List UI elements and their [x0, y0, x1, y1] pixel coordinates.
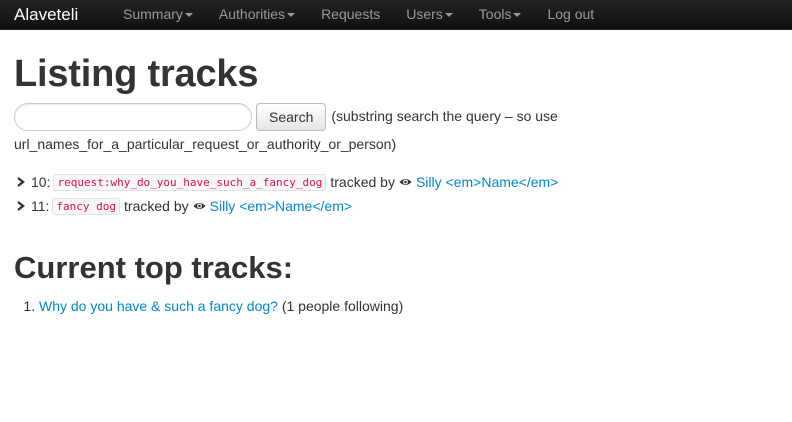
main-content: Listing tracks Search (substring search …: [14, 52, 784, 316]
track-id: 11:: [31, 198, 50, 214]
track-query: request:why_do_you_have_such_a_fancy_dog: [53, 173, 327, 191]
search-hint-continued: url_names_for_a_particular_request_or_au…: [14, 136, 397, 152]
brand-link[interactable]: Alaveteli: [14, 5, 78, 25]
eye-icon: [399, 178, 412, 186]
search-input[interactable]: [14, 103, 252, 131]
nav-users[interactable]: Users: [393, 0, 466, 29]
tracked-by-label: tracked by: [124, 198, 189, 214]
search-form: Search (substring search the query – so …: [14, 103, 784, 131]
caret-down-icon: [287, 13, 296, 17]
top-track-item: Why do you have & such a fancy dog? (1 p…: [39, 296, 784, 316]
chevron-right-icon: [17, 201, 25, 211]
navbar: Alaveteli Summary Authorities Requests U…: [0, 0, 792, 30]
nav-users-label: Users: [406, 6, 443, 22]
caret-down-icon: [513, 13, 522, 17]
page-title: Listing tracks: [14, 53, 259, 95]
track-item: 11: fancy dog tracked by Silly <em>Name<…: [14, 194, 784, 218]
nav-log-out-label: Log out: [547, 6, 595, 22]
nav-requests[interactable]: Requests: [308, 0, 393, 29]
tracked-by-label: tracked by: [330, 174, 395, 190]
nav-requests-label: Requests: [321, 6, 381, 22]
nav-tools[interactable]: Tools: [466, 0, 535, 29]
top-tracks-list: Why do you have & such a fancy dog? (1 p…: [14, 296, 784, 316]
search-button[interactable]: Search: [256, 103, 327, 131]
track-query: fancy dog: [52, 197, 121, 215]
nav-authorities-label: Authorities: [218, 6, 286, 22]
search-hint: (substring search the query – so use: [331, 108, 558, 124]
top-track-link[interactable]: Why do you have & such a fancy dog?: [39, 298, 278, 314]
track-user-link[interactable]: Silly <em>Name</em>: [416, 174, 558, 190]
track-id: 10:: [31, 174, 51, 190]
track-list: 10: request:why_do_you_have_such_a_fancy…: [14, 170, 784, 218]
caret-down-icon: [184, 13, 193, 17]
main-nav: Summary Authorities Requests Users Tools…: [110, 0, 607, 29]
nav-authorities[interactable]: Authorities: [206, 0, 308, 29]
nav-summary[interactable]: Summary: [110, 0, 206, 29]
track-user-link[interactable]: Silly <em>Name</em>: [210, 198, 352, 214]
nav-tools-label: Tools: [478, 6, 512, 22]
eye-icon: [193, 202, 206, 210]
top-tracks-heading: Current top tracks:: [14, 250, 294, 285]
nav-log-out[interactable]: Log out: [534, 0, 607, 29]
caret-down-icon: [444, 13, 453, 17]
track-item: 10: request:why_do_you_have_such_a_fancy…: [14, 170, 784, 194]
chevron-right-icon: [17, 177, 25, 187]
top-track-count: (1 people following): [281, 298, 404, 314]
nav-summary-label: Summary: [123, 6, 183, 22]
